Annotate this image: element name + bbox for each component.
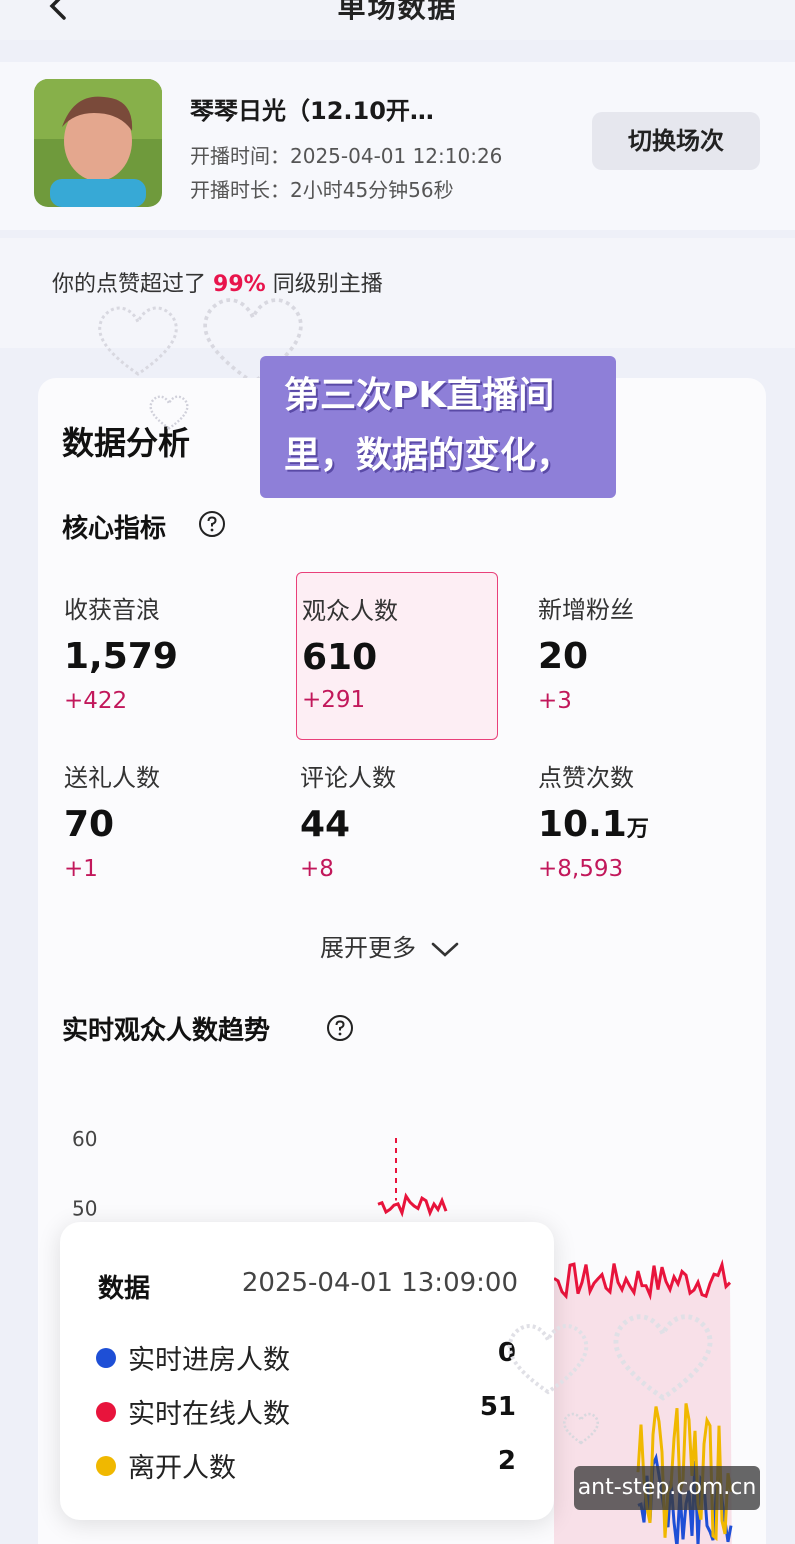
chart-tooltip: 数据 2025-04-01 13:09:00 实时进房人数 0 实时在线人数 5… <box>60 1222 554 1520</box>
legend-dot <box>96 1456 116 1476</box>
legend-dot <box>96 1348 116 1368</box>
trend-title: 实时观众人数趋势 <box>62 1016 271 1046</box>
tooltip-row: 离开人数 2 <box>96 1444 516 1484</box>
metric-value: 610 <box>302 637 378 678</box>
streamer-name: 琴琴日光（12.10开… <box>190 97 434 125</box>
metric-value: 20 <box>538 636 589 677</box>
metric-label: 新增粉丝 <box>538 596 634 624</box>
series-line-online <box>377 1192 448 1218</box>
heart-outline-icon <box>149 395 189 430</box>
expand-more-button[interactable]: 展开更多 <box>320 928 460 963</box>
heart-outline-icon <box>507 1324 589 1395</box>
start-time: 开播时间：2025-04-01 12:10:26 <box>190 144 503 168</box>
help-icon[interactable] <box>326 1014 354 1042</box>
metric-label: 送礼人数 <box>64 764 160 792</box>
tooltip-time: 2025-04-01 13:09:00 <box>241 1268 518 1298</box>
metric-delta: +1 <box>64 856 98 882</box>
heart-outline-icon <box>98 306 178 376</box>
metric-label: 观众人数 <box>302 597 398 625</box>
metric-label: 评论人数 <box>300 764 396 792</box>
metric-viewers[interactable]: 观众人数 610 +291 <box>296 572 498 740</box>
heart-outline-icon <box>613 1314 713 1401</box>
y-tick-label: 50 <box>72 1197 97 1221</box>
page: 单场数据 琴琴日光（12.10开… 开播时间：2025-04-01 12:10:… <box>0 0 795 1544</box>
expand-more-label: 展开更多 <box>320 934 416 962</box>
metric-value: 44 <box>300 804 351 845</box>
rank-prefix: 你的点赞超过了 <box>52 272 207 297</box>
session-header: 琴琴日光（12.10开… 开播时间：2025-04-01 12:10:26 开播… <box>0 62 795 230</box>
overlay-caption: 第三次PK直播间 里，数据的变化， <box>260 356 616 498</box>
metric-sound-waves[interactable]: 收获音浪 1,579 +422 <box>64 576 264 744</box>
metric-label: 收获音浪 <box>64 596 160 624</box>
metric-gift-givers[interactable]: 送礼人数 70 +1 <box>64 744 264 912</box>
metric-label: 点赞次数 <box>538 764 634 792</box>
metric-delta: +3 <box>538 688 572 714</box>
chevron-down-icon <box>431 942 458 957</box>
metric-value: 1,579 <box>64 636 178 677</box>
y-tick-label: 60 <box>72 1127 97 1151</box>
stream-duration: 开播时长：2小时45分钟56秒 <box>190 178 454 202</box>
heart-outline-icon <box>562 1412 600 1445</box>
avatar[interactable] <box>34 79 162 207</box>
metric-commenters[interactable]: 评论人数 44 +8 <box>300 744 500 912</box>
tooltip-label: 实时在线人数 <box>128 1399 290 1430</box>
metric-delta: +422 <box>64 688 128 714</box>
legend-dot <box>96 1402 116 1422</box>
core-metrics-title: 核心指标 <box>62 508 166 545</box>
tooltip-label: 离开人数 <box>128 1453 236 1484</box>
top-bar: 单场数据 <box>0 0 795 40</box>
tooltip-label: 实时进房人数 <box>128 1345 290 1376</box>
caption-line: 里，数据的变化， <box>284 435 573 476</box>
metric-unit: 万 <box>626 817 649 842</box>
page-title: 单场数据 <box>337 0 458 24</box>
help-icon[interactable] <box>198 510 226 538</box>
tooltip-value: 2 <box>497 1446 516 1476</box>
metric-value: 10.1万 <box>538 804 649 845</box>
watermark: ant-step.com.cn <box>574 1466 760 1510</box>
metric-delta: +291 <box>302 687 366 713</box>
switch-session-button[interactable]: 切换场次 <box>592 112 760 170</box>
metric-delta: +8 <box>300 856 334 882</box>
metric-new-fans[interactable]: 新增粉丝 20 +3 <box>538 576 738 744</box>
core-metrics-label: 核心指标 <box>62 514 167 544</box>
metric-delta: +8,593 <box>538 856 624 882</box>
metric-likes[interactable]: 点赞次数 10.1万 +8,593 <box>538 744 738 912</box>
tooltip-title: 数据 <box>98 1274 151 1304</box>
tooltip-row: 实时在线人数 51 <box>96 1390 516 1430</box>
metric-value: 70 <box>64 804 115 845</box>
tooltip-row: 实时进房人数 0 <box>96 1336 516 1376</box>
caption-line: 第三次PK直播间 <box>284 375 555 416</box>
